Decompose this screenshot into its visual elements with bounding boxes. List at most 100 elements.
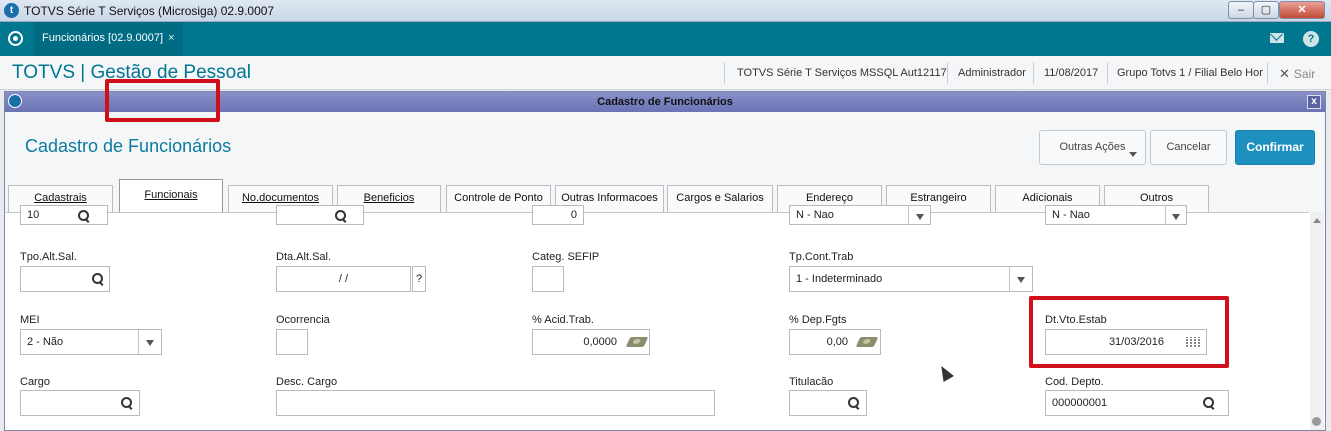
select-divider: [1165, 205, 1166, 225]
header-branch: Grupo Totvs 1 / Filial Belo Hor: [1117, 67, 1263, 79]
header-divider: [1267, 62, 1268, 84]
scroll-up-icon[interactable]: [1313, 218, 1321, 223]
select-value: 1 - Indeterminado: [796, 273, 883, 285]
select-value: 2 - Não: [27, 336, 64, 348]
minimize-button[interactable]: –: [1228, 1, 1254, 19]
app-tab-label: Funcionários [02.9.0007]: [42, 32, 164, 44]
tab-label: Beneficios: [363, 192, 415, 204]
tab-label: Estrangeiro: [910, 192, 967, 204]
chevron-down-icon[interactable]: [1017, 277, 1025, 283]
tab-label: Funcionais: [144, 189, 198, 201]
sair-label: Sair: [1293, 67, 1316, 81]
titulacao-label: Titulacão: [789, 376, 834, 388]
chevron-down-icon[interactable]: [916, 214, 924, 220]
tab-label: Controle de Ponto: [454, 192, 543, 204]
help-icon[interactable]: ?: [1303, 31, 1319, 47]
tab-label: Outros: [1139, 192, 1173, 204]
scroll-thumb[interactable]: [1312, 417, 1321, 426]
tab-label: Outras Informacoes: [561, 192, 658, 204]
dialog-logo-icon: [8, 94, 22, 108]
dta-alt-sal-input[interactable]: / /: [276, 266, 411, 292]
categ-sefip-input[interactable]: [532, 266, 564, 292]
select-value: N - Nao: [796, 209, 834, 221]
close-icon: ✕: [1279, 66, 1290, 81]
field-value: 0: [570, 209, 577, 221]
tab-label: Endereço: [805, 192, 854, 204]
mei-select[interactable]: 2 - Não: [20, 329, 162, 355]
confirm-button[interactable]: Confirmar: [1235, 130, 1315, 165]
ocorrencia-label: Ocorrencia: [276, 314, 330, 326]
dta-alt-sal-label: Dta.Alt.Sal.: [276, 251, 332, 263]
header-divider: [947, 62, 948, 84]
field-value: 000000001: [1052, 397, 1108, 409]
search-icon[interactable]: [1203, 397, 1215, 409]
field-row0-3[interactable]: 0: [532, 205, 584, 225]
outras-acoes-button[interactable]: Outras Ações: [1039, 130, 1146, 165]
vertical-scrollbar[interactable]: [1310, 212, 1324, 430]
close-window-button[interactable]: ✕: [1279, 1, 1325, 19]
header-divider: [1033, 62, 1034, 84]
dialog-close-button[interactable]: x: [1307, 95, 1321, 109]
tp-cont-trab-select[interactable]: 1 - Indeterminado: [789, 266, 1033, 292]
categ-sefip-label: Categ. SEFIP: [532, 251, 600, 263]
field-row0-2[interactable]: [276, 205, 364, 225]
select-value: N - Nao: [1052, 209, 1090, 221]
tpo-alt-sal-label: Tpo.Alt.Sal.: [20, 251, 77, 263]
highlight-funcionais-tab: [105, 79, 220, 122]
desc-cargo-label: Desc. Cargo: [276, 376, 338, 388]
cadastro-dialog: Cadastro de Funcionários x Cadastro de F…: [4, 91, 1326, 431]
window-title-bar: t TOTVS Série T Serviços (Microsiga) 02.…: [0, 0, 1331, 22]
mei-label: MEI: [20, 314, 40, 326]
header-divider: [1107, 62, 1108, 84]
field-value: 10: [27, 209, 40, 221]
header-divider: [724, 62, 725, 84]
dialog-header: Cadastro de Funcionários Outras Ações Ca…: [5, 112, 1325, 182]
desc-cargo-input[interactable]: [276, 390, 715, 416]
tp-cont-trab-label: Tp.Cont.Trab: [789, 251, 854, 263]
search-icon[interactable]: [92, 273, 104, 285]
app-tab-funcionarios[interactable]: Funcionários [02.9.0007] ×: [34, 22, 183, 56]
dta-help-button[interactable]: ?: [412, 266, 426, 292]
window-title: TOTVS Série T Serviços (Microsiga) 02.9.…: [24, 4, 275, 18]
acid-trab-label: % Acid.Trab.: [532, 314, 594, 326]
header-user: Administrador: [958, 67, 1026, 79]
cancel-button[interactable]: Cancelar: [1150, 130, 1227, 165]
search-icon[interactable]: [121, 397, 133, 409]
tab-label: Cargos e Salarios: [676, 192, 764, 204]
totvs-menu-icon[interactable]: [8, 31, 23, 46]
search-icon[interactable]: [848, 397, 860, 409]
app-tab-bar: Funcionários [02.9.0007] × ?: [0, 22, 1331, 56]
mail-icon[interactable]: [1270, 33, 1284, 43]
select-divider: [138, 330, 139, 354]
page-title: Cadastro de Funcionários: [25, 136, 232, 156]
tab-label: Cadastrais: [34, 192, 87, 204]
cod-depto-input[interactable]: 000000001: [1045, 390, 1229, 416]
tab-funcionais[interactable]: Funcionais: [119, 179, 223, 212]
app-tab-close-icon[interactable]: ×: [168, 32, 174, 44]
maximize-button[interactable]: ▢: [1253, 1, 1279, 19]
outras-acoes-label: Outras Ações: [1059, 141, 1126, 153]
chevron-down-icon: [1129, 152, 1137, 157]
chevron-down-icon[interactable]: [146, 340, 154, 346]
header-system: TOTVS Série T Serviços MSSQL Aut12117: [737, 67, 947, 79]
sair-button[interactable]: ✕ Sair: [1279, 66, 1315, 82]
highlight-dt-vto-estab: [1029, 296, 1229, 368]
cargo-label: Cargo: [20, 376, 50, 388]
field-value: 0,00: [826, 336, 848, 348]
header-date: 11/08/2017: [1044, 67, 1099, 79]
field-row0-1[interactable]: 10: [20, 205, 108, 225]
search-icon[interactable]: [335, 210, 347, 222]
app-logo-icon: t: [4, 3, 19, 18]
select-divider: [1009, 267, 1010, 291]
tab-label: Adicionais: [1022, 192, 1073, 204]
chevron-down-icon[interactable]: [1172, 214, 1180, 220]
select-divider: [908, 205, 909, 225]
search-icon[interactable]: [78, 210, 90, 222]
field-value: / /: [338, 273, 349, 285]
dep-fgts-label: % Dep.Fgts: [789, 314, 847, 326]
field-value: 0,0000: [583, 336, 617, 348]
ocorrencia-input[interactable]: [276, 329, 308, 355]
dialog-title: Cadastro de Funcionários: [597, 96, 733, 108]
select-row0-4[interactable]: N - Nao: [789, 205, 931, 225]
tab-cargos-e-salarios[interactable]: Cargos e Salarios: [667, 185, 773, 212]
